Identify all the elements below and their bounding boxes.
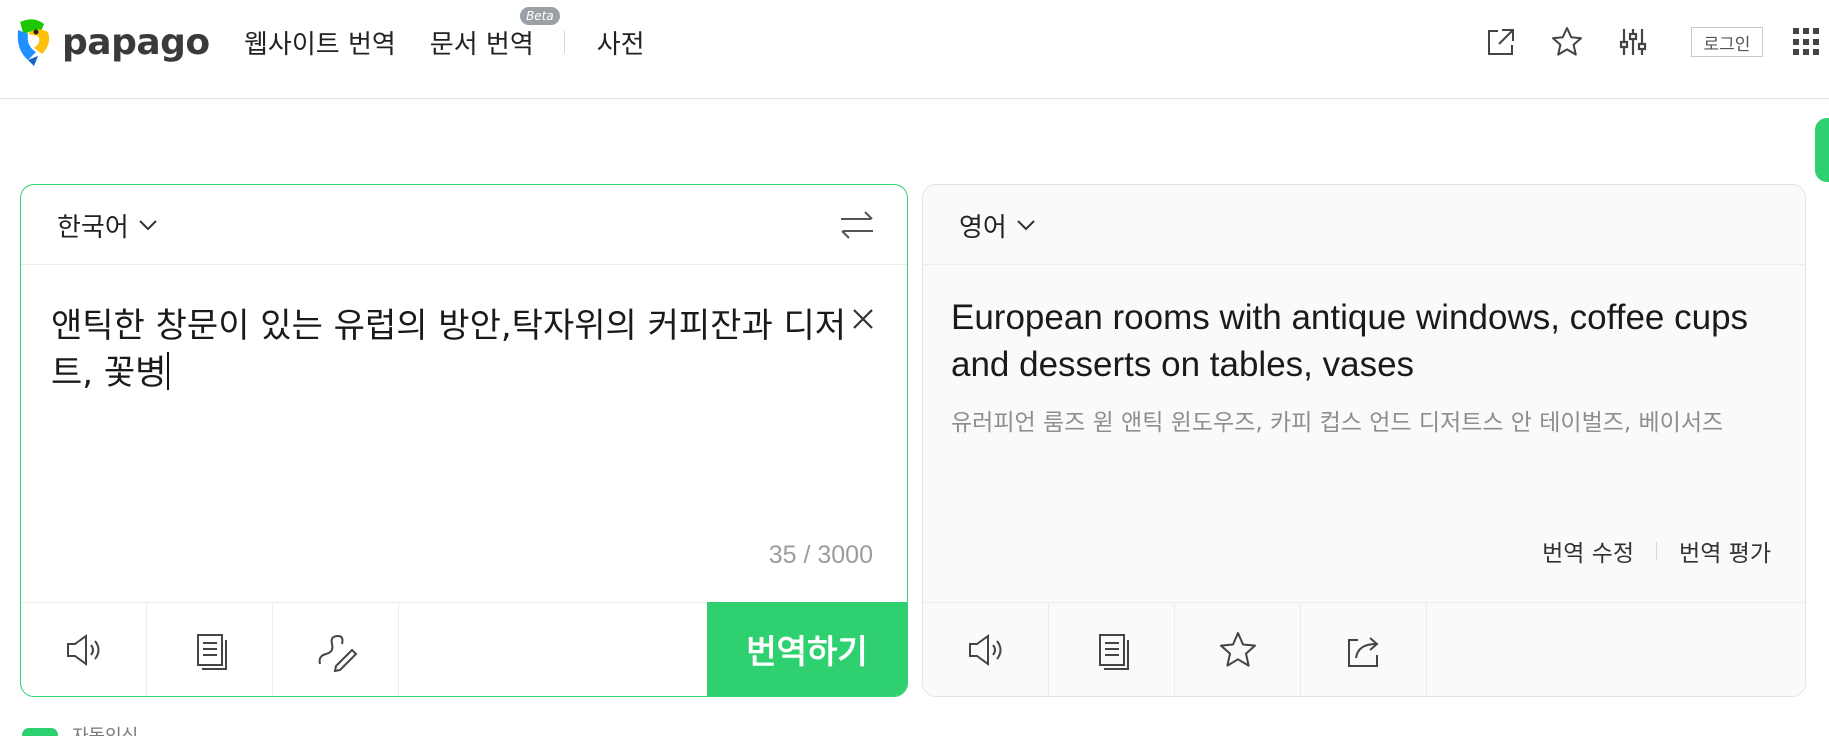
speaker-icon <box>968 633 1001 666</box>
listen-source-button[interactable] <box>21 603 147 696</box>
settings-sliders-icon[interactable] <box>1611 20 1655 64</box>
copy-icon <box>1098 633 1129 670</box>
nav-dictionary[interactable]: 사전 <box>597 24 645 61</box>
star-icon[interactable] <box>1545 20 1589 64</box>
target-action-bar <box>923 602 1805 696</box>
handwriting-button[interactable] <box>273 603 399 696</box>
target-language-select[interactable]: 영어 <box>959 205 1037 245</box>
favorite-translation-button[interactable] <box>1175 603 1301 696</box>
nav-website-translate[interactable]: 웹사이트 번역 <box>244 24 396 61</box>
nav-document-translate[interactable]: 문서 번역 Beta <box>429 6 560 61</box>
swap-languages-icon[interactable] <box>837 207 877 243</box>
login-button[interactable]: 로그인 <box>1691 27 1763 57</box>
link-divider <box>1656 542 1658 560</box>
translation-result-area: European rooms with antique windows, cof… <box>923 266 1805 602</box>
copy-translation-button[interactable] <box>1049 603 1175 696</box>
papago-parrot-icon <box>17 19 50 66</box>
source-language-select[interactable]: 한국어 <box>57 205 159 245</box>
source-text: 앤틱한 창문이 있는 유럽의 방안,탁자위의 커피잔과 디저트, 꽃병 <box>51 306 847 393</box>
translation-feedback-links: 번역 수정 번역 평가 <box>1542 534 1771 568</box>
apps-grid-icon[interactable] <box>1793 28 1821 56</box>
main-nav: 웹사이트 번역 문서 번역 Beta 사전 <box>244 6 645 62</box>
source-panel: 한국어 앤틱한 창문이 있는 유럽의 방안,탁자위의 커피잔과 디저트, 꽃병 … <box>20 184 908 697</box>
source-language-label: 한국어 <box>57 212 129 243</box>
speaker-icon <box>66 633 99 666</box>
target-panel: 영어 European rooms with antique windows, … <box>922 184 1806 697</box>
beta-badge: Beta <box>520 6 560 25</box>
handwriting-pen-icon <box>318 634 357 672</box>
star-icon <box>1219 631 1256 667</box>
chevron-down-icon <box>1017 220 1035 231</box>
target-language-bar: 영어 <box>923 185 1805 265</box>
source-text-input[interactable]: 앤틱한 창문이 있는 유럽의 방안,탁자위의 커피잔과 디저트, 꽃병 <box>51 303 851 397</box>
brand-name: papago <box>62 21 210 63</box>
top-header: papago 웹사이트 번역 문서 번역 Beta 사전 로그인 <box>0 0 1829 99</box>
papago-logo[interactable]: papago <box>14 16 210 68</box>
header-actions: 로그인 <box>1479 20 1829 64</box>
copy-source-button[interactable] <box>147 603 273 696</box>
share-icon <box>1347 636 1379 667</box>
clear-text-icon[interactable] <box>849 305 877 333</box>
text-caret <box>167 352 170 390</box>
target-language-label: 영어 <box>959 212 1007 243</box>
share-translation-button[interactable] <box>1301 603 1427 696</box>
translated-text: European rooms with antique windows, cof… <box>951 298 1749 384</box>
listen-translation-button[interactable] <box>923 603 1049 696</box>
translate-button[interactable]: 번역하기 <box>707 602 907 696</box>
copy-icon <box>196 633 227 670</box>
chevron-down-icon <box>139 220 157 231</box>
open-new-window-icon[interactable] <box>1479 20 1523 64</box>
edit-translation-link[interactable]: 번역 수정 <box>1542 534 1634 568</box>
nav-divider <box>563 31 565 53</box>
rate-translation-link[interactable]: 번역 평가 <box>1679 534 1771 568</box>
character-count: 35 / 3000 <box>768 541 873 569</box>
source-language-bar: 한국어 <box>21 185 907 265</box>
pronunciation-text: 유러피언 룸즈 윋 앤틱 윈도우즈, 카피 컵스 언드 디저트스 안 테이벌즈,… <box>951 410 1724 436</box>
auto-detect-label: 자동인식 <box>72 722 138 736</box>
auto-detect-toggle[interactable] <box>22 728 58 736</box>
side-feedback-tab[interactable] <box>1815 118 1829 182</box>
nav-document-translate-label: 문서 번역 <box>429 29 534 60</box>
